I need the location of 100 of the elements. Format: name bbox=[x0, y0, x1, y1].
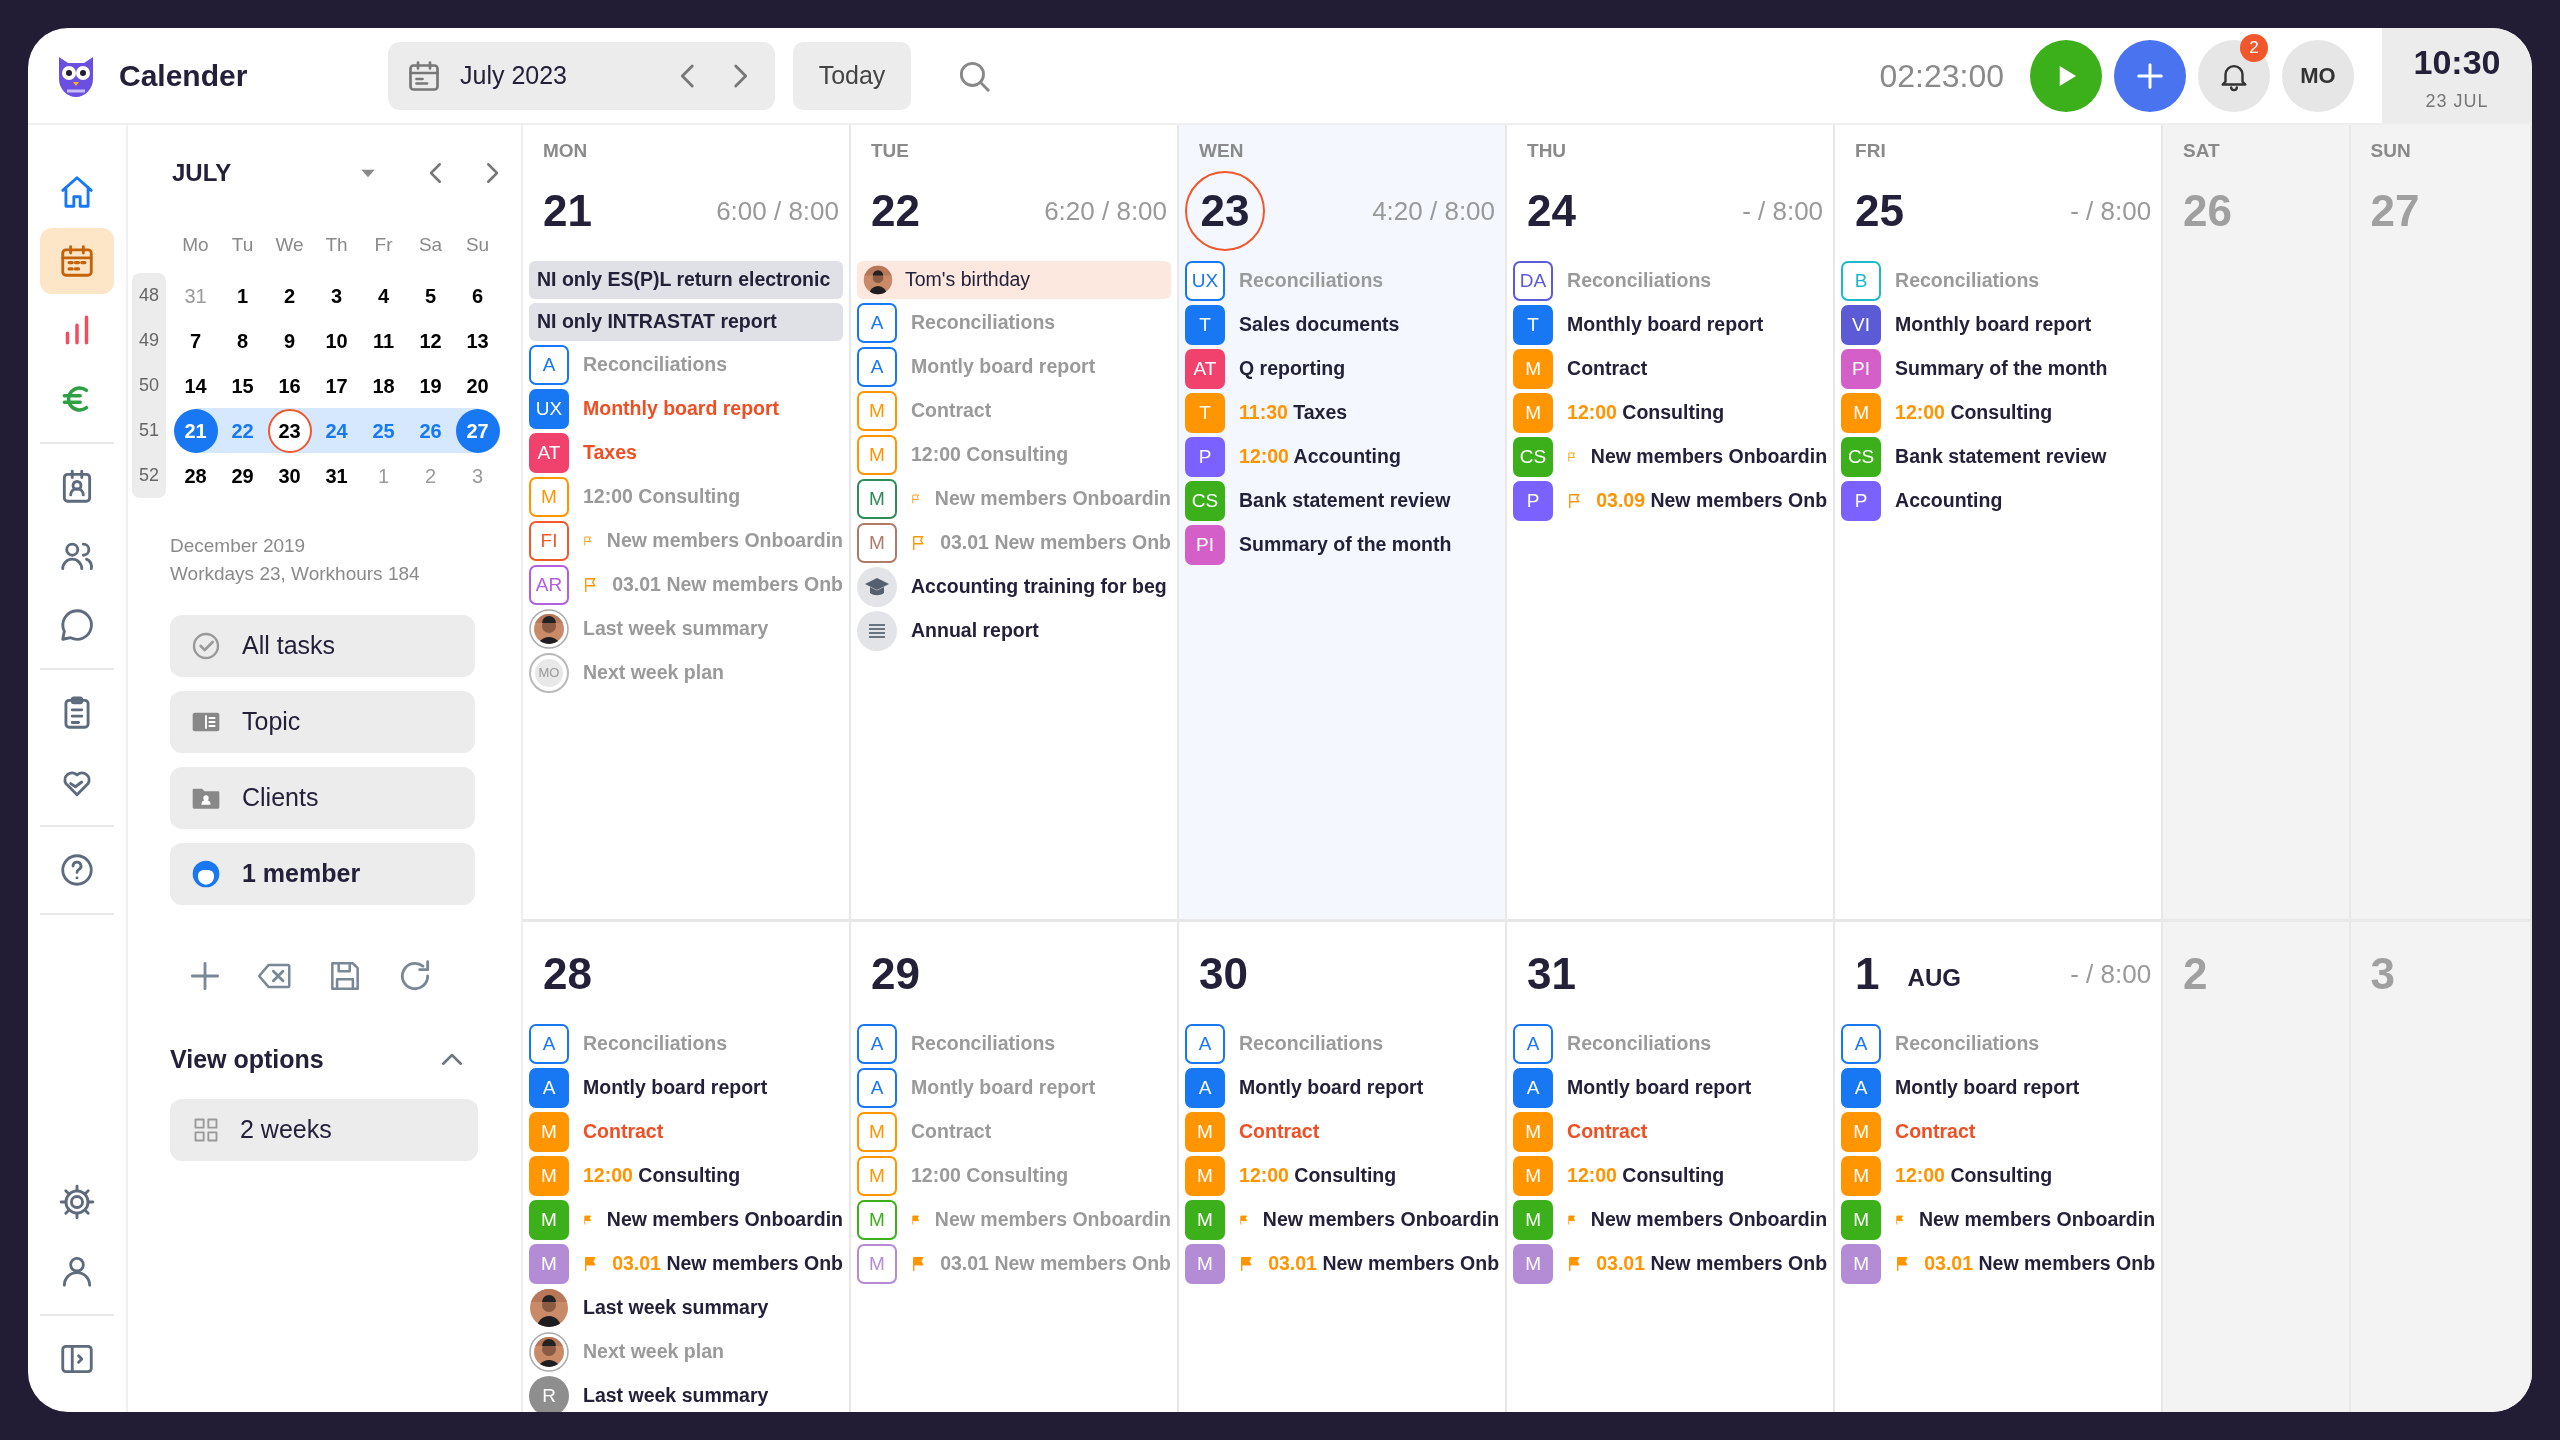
calendar-day[interactable]: 7 bbox=[173, 318, 218, 363]
calendar-day[interactable]: 10 bbox=[314, 318, 359, 363]
calendar-day[interactable]: 20 bbox=[455, 363, 500, 408]
calendar-day[interactable]: 13 bbox=[455, 318, 500, 363]
filter-button[interactable]: Topic bbox=[170, 691, 475, 754]
date-picker[interactable]: July 2023 bbox=[388, 41, 775, 110]
initials-badge: M bbox=[857, 523, 897, 563]
notification-count: 2 bbox=[2240, 33, 2268, 62]
chat-icon bbox=[58, 606, 96, 644]
calendar-day[interactable]: 6 bbox=[455, 273, 500, 318]
day-number: 27 bbox=[2370, 185, 2420, 237]
initials-badge: A bbox=[857, 1068, 897, 1108]
task-title[interactable]: Contract bbox=[1567, 1117, 1648, 1147]
task-title[interactable]: Summary of the month bbox=[1895, 354, 2108, 384]
today-button[interactable]: Today bbox=[793, 41, 911, 110]
birthday-banner[interactable]: Tom's birthday bbox=[857, 261, 1172, 299]
task-title[interactable]: Monthly board report bbox=[1567, 310, 1764, 340]
calendar-day[interactable]: 21 bbox=[173, 408, 218, 453]
task-title[interactable]: Bank statement review bbox=[1895, 442, 2107, 472]
task-title[interactable]: Bank statement review bbox=[1239, 486, 1451, 516]
calendar-day[interactable]: 12 bbox=[408, 318, 453, 363]
calendar-day[interactable]: 1 bbox=[220, 273, 265, 318]
task-title[interactable]: 12:00 Accounting bbox=[1239, 442, 1401, 472]
calendar-day[interactable]: 28 bbox=[173, 453, 218, 498]
task-title[interactable]: Last week summary bbox=[583, 1293, 769, 1323]
calendar-day[interactable]: 18 bbox=[361, 363, 406, 408]
calendar-day[interactable]: 3 bbox=[314, 273, 359, 318]
calendar-day[interactable]: 17 bbox=[314, 363, 359, 408]
event-banner[interactable]: NI only ES(P)L return electronic bbox=[529, 261, 843, 299]
task-title[interactable]: 12:00 Consulting bbox=[1239, 1161, 1397, 1191]
weekday-label: Mo bbox=[181, 232, 210, 257]
task-title[interactable]: 03.01 New members Onb bbox=[1596, 1249, 1828, 1279]
filter-button[interactable]: 1 member bbox=[170, 843, 475, 906]
task-title[interactable]: Summary of the month bbox=[1239, 530, 1452, 560]
task-title[interactable]: 03.01 New members Onb bbox=[1924, 1249, 2156, 1279]
initials-badge: M bbox=[1513, 1112, 1554, 1152]
task-title[interactable]: New members Onboardin bbox=[1590, 442, 1828, 472]
task-title[interactable]: Montly board report bbox=[1567, 1073, 1752, 1103]
task-title[interactable]: New members Onboardin bbox=[606, 1205, 843, 1235]
calendar-day[interactable]: 5 bbox=[408, 273, 453, 318]
task-title[interactable]: Accounting bbox=[1895, 486, 2003, 516]
week-number: 49 bbox=[138, 329, 160, 352]
task-title[interactable]: Taxes bbox=[583, 438, 637, 468]
task-title[interactable]: Sales documents bbox=[1239, 310, 1400, 340]
task-title[interactable]: Montly board report bbox=[583, 1073, 768, 1103]
user-avatar[interactable]: MO bbox=[2282, 39, 2354, 112]
task-title[interactable]: 12:00 Consulting bbox=[1895, 1161, 2053, 1191]
task-title[interactable]: Montly board report bbox=[1895, 1073, 2080, 1103]
task-title[interactable]: Monthly board report bbox=[1895, 310, 2092, 340]
calendar-day[interactable]: 29 bbox=[220, 453, 265, 498]
clock-time: 10:30 bbox=[2413, 41, 2501, 83]
task-title[interactable]: 12:00 Consulting bbox=[1567, 398, 1725, 428]
calendar-day[interactable]: 4 bbox=[361, 273, 406, 318]
week-number: 52 bbox=[138, 464, 160, 487]
calendar-day[interactable]: 23 bbox=[267, 408, 312, 453]
filter-button[interactable]: All tasks bbox=[170, 615, 475, 678]
filter-button[interactable]: Clients bbox=[170, 767, 475, 830]
task-title[interactable]: Contract bbox=[1895, 1117, 1976, 1147]
event-banner[interactable]: NI only INTRASTAT report bbox=[529, 303, 843, 341]
task-title[interactable]: New members Onboardin bbox=[1262, 1205, 1500, 1235]
initials-badge: M bbox=[529, 1112, 569, 1152]
task-title[interactable]: 12:00 Consulting bbox=[1567, 1161, 1725, 1191]
initials-badge: AT bbox=[1185, 349, 1226, 389]
calendar-day[interactable]: 27 bbox=[455, 408, 500, 453]
hours-label: - / 8:00 bbox=[2070, 957, 2152, 991]
nav-button[interactable] bbox=[40, 228, 114, 294]
view-option[interactable]: 2 weeks bbox=[170, 1098, 478, 1161]
task-title[interactable]: 12:00 Consulting bbox=[583, 1161, 741, 1191]
calendar-day[interactable]: 11 bbox=[361, 318, 406, 363]
task-title[interactable]: Annual report bbox=[911, 616, 1039, 646]
calendar-day[interactable]: 31 bbox=[314, 453, 359, 498]
task-title[interactable]: 03.01 New members Onb bbox=[1268, 1249, 1500, 1279]
task-title[interactable]: New members Onboardin bbox=[1918, 1205, 2156, 1235]
task-title[interactable]: Accounting training for beg bbox=[911, 572, 1167, 602]
task-title[interactable]: Contract bbox=[583, 1117, 664, 1147]
calendar-day[interactable]: 9 bbox=[267, 318, 312, 363]
initials-badge: T bbox=[1185, 393, 1226, 433]
task-title[interactable]: Last week summary bbox=[583, 1381, 769, 1411]
calendar-day[interactable]: 19 bbox=[408, 363, 453, 408]
initials-badge: UX bbox=[529, 389, 569, 429]
initials-badge: A bbox=[857, 303, 897, 343]
task-title[interactable]: Contract bbox=[1567, 354, 1648, 384]
calendar-day[interactable]: 14 bbox=[173, 363, 218, 408]
day-number: 3 bbox=[2370, 948, 2395, 1000]
initials-badge: M bbox=[857, 1244, 897, 1284]
task-title[interactable]: 11:30 Taxes bbox=[1239, 398, 1348, 428]
calendar-day[interactable]: 16 bbox=[267, 363, 312, 408]
task-title[interactable]: Q reporting bbox=[1239, 354, 1346, 384]
task-title[interactable]: 03.09 New members Onb bbox=[1596, 486, 1828, 516]
calendar-day[interactable]: 30 bbox=[267, 453, 312, 498]
calendar-day[interactable]: 2 bbox=[267, 273, 312, 318]
calendar-day[interactable]: 8 bbox=[220, 318, 265, 363]
task-title[interactable]: 12:00 Consulting bbox=[1895, 398, 2053, 428]
calendar-day[interactable]: 15 bbox=[220, 363, 265, 408]
task-title[interactable]: Montly board report bbox=[1239, 1073, 1424, 1103]
task-title[interactable]: New members Onboardin bbox=[1590, 1205, 1828, 1235]
task-title[interactable]: Monthly board report bbox=[583, 394, 780, 424]
day-number: 2 bbox=[2183, 948, 2208, 1000]
task-title[interactable]: 03.01 New members Onb bbox=[612, 1249, 843, 1279]
task-title[interactable]: Contract bbox=[1239, 1117, 1320, 1147]
